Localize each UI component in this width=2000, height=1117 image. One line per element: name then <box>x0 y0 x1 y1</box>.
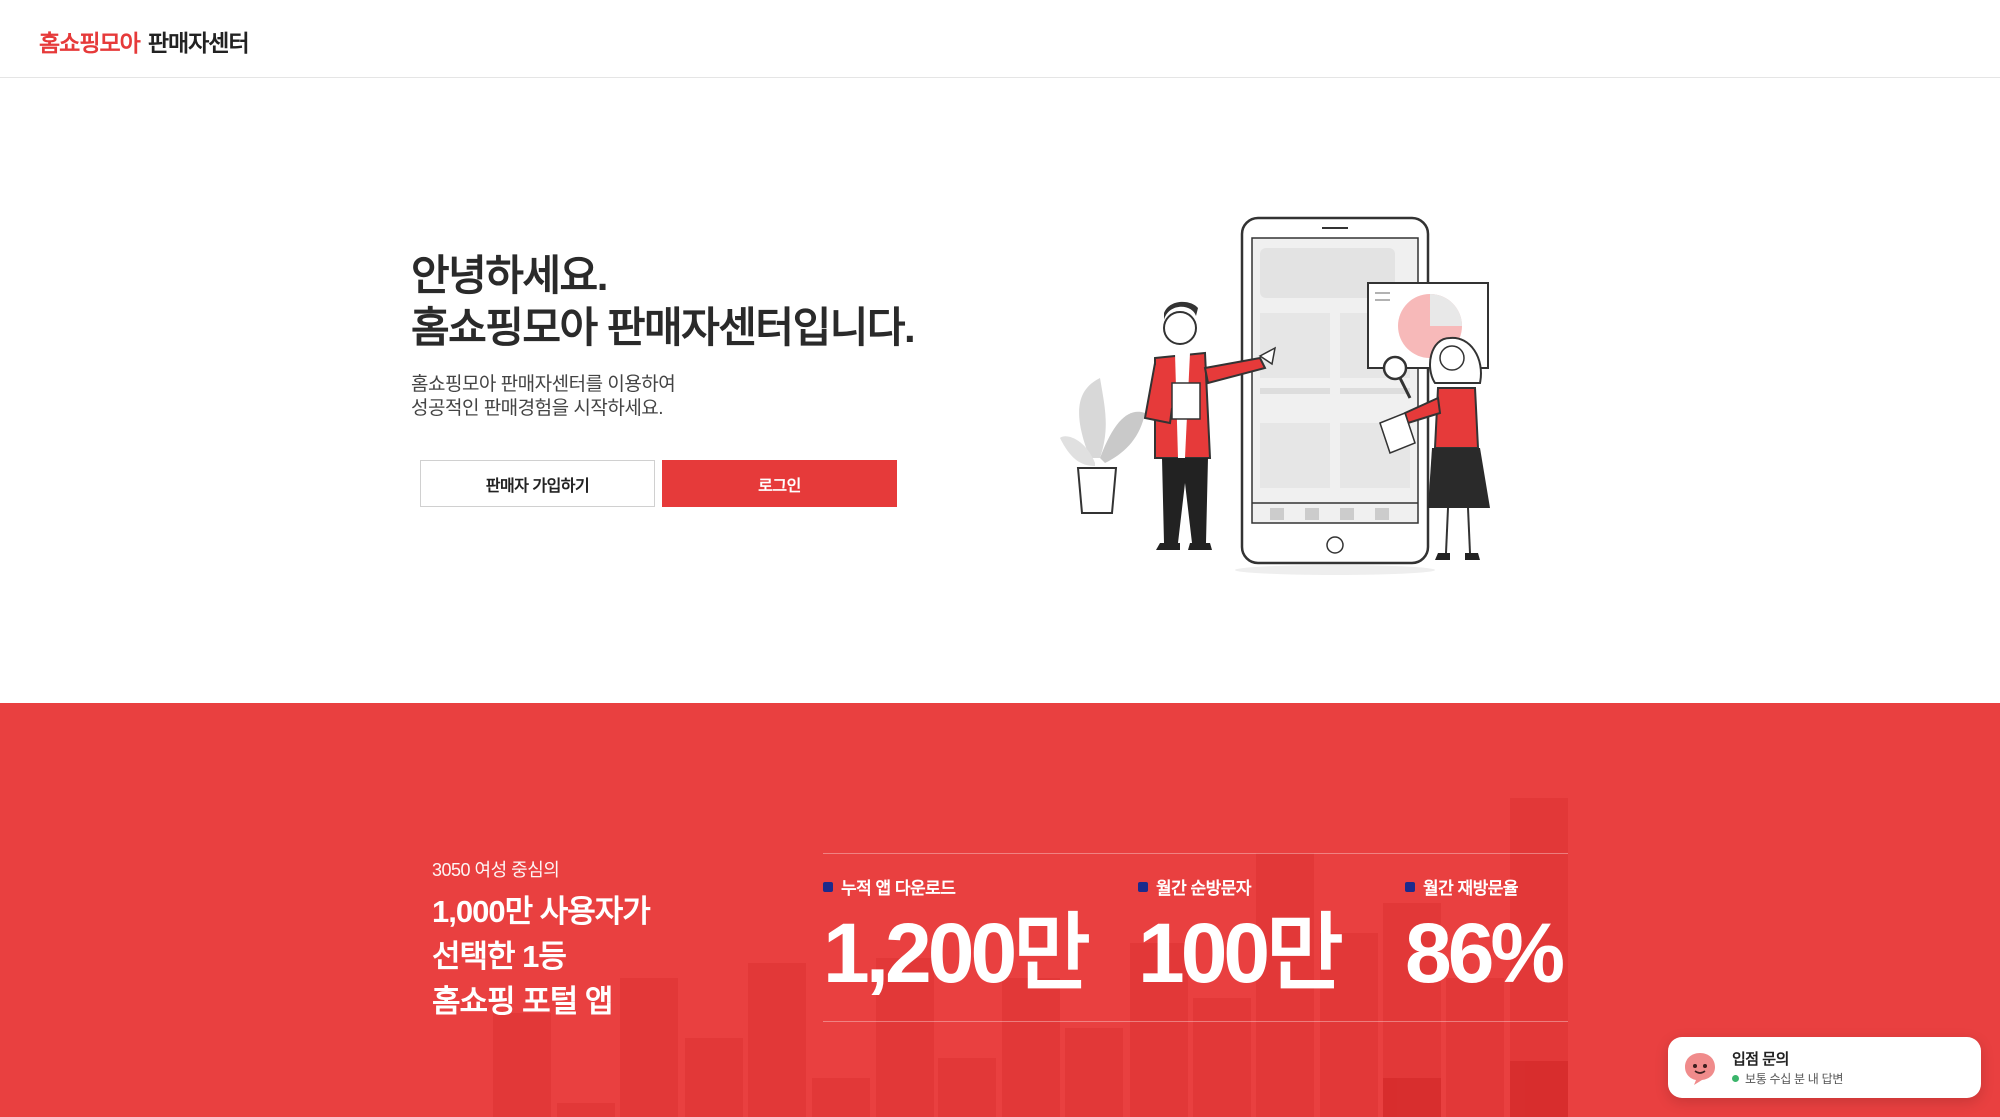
top-header: 홈쇼핑모아 판매자센터 <box>0 0 2000 78</box>
stat-downloads: 누적 앱 다운로드 1,200만 <box>823 874 1090 1001</box>
chat-title: 입점 문의 <box>1732 1051 1789 1068</box>
stat-downloads-value: 1,200만 <box>823 906 1090 1000</box>
square-bullet-icon <box>1138 881 1148 892</box>
hero-desc-line2: 성공적인 판매경험을 시작하세요. <box>411 398 664 419</box>
stats-headline: 1,000만 사용자가 선택한 1등 홈쇼핑 포털 앱 <box>432 889 651 1024</box>
stat-visitors-label: 월간 순방문자 <box>1156 879 1252 898</box>
stat-revisit-rate: 월간 재방문율 86% <box>1405 874 1565 1001</box>
phone-illustration <box>1235 216 1435 575</box>
hero-illustration <box>1060 216 1490 575</box>
stats-kicker: 3050 여성 중심의 <box>432 860 560 880</box>
online-status-icon <box>1732 1075 1739 1082</box>
stat-visitors-value: 100만 <box>1138 906 1343 1000</box>
square-bullet-icon <box>823 881 833 892</box>
hero-title-line1: 안녕하세요. <box>411 252 608 299</box>
stat-revisit-value: 86% <box>1405 906 1565 1000</box>
stat-monthly-visitors: 월간 순방문자 100만 <box>1138 874 1343 1001</box>
logo-subtitle: 판매자센터 <box>147 30 250 56</box>
logo-brand: 홈쇼핑모아 <box>39 30 141 56</box>
hero-desc-line1: 홈쇼핑모아 판매자센터를 이용하여 <box>411 374 676 395</box>
stats-divider-top <box>823 853 1568 854</box>
stat-visitors-label-row: 월간 순방문자 <box>1138 874 1339 899</box>
stats-headline-line1: 1,000만 사용자가 <box>432 894 651 929</box>
chat-status: 보통 수십 분 내 답변 <box>1732 1070 1843 1087</box>
hero-section: 안녕하세요. 홈쇼핑모아 판매자센터입니다. 홈쇼핑모아 판매자센터를 이용하여… <box>0 78 2000 703</box>
seller-signup-button[interactable]: 판매자 가입하기 <box>420 460 655 507</box>
stats-divider-bottom <box>823 1021 1568 1022</box>
inquiry-chat-button[interactable]: 입점 문의 보통 수십 분 내 답변 <box>1668 1037 1981 1098</box>
stats-headline-line3: 홈쇼핑 포털 앱 <box>432 984 613 1019</box>
hero-title-line2: 홈쇼핑모아 판매자센터입니다. <box>411 304 916 351</box>
stat-revisit-label: 월간 재방문율 <box>1423 879 1519 898</box>
chat-status-text: 보통 수십 분 내 답변 <box>1745 1072 1844 1086</box>
stat-downloads-label: 누적 앱 다운로드 <box>841 879 956 898</box>
square-bullet-icon <box>1405 881 1415 892</box>
hero-title: 안녕하세요. 홈쇼핑모아 판매자센터입니다. <box>411 250 916 354</box>
stat-downloads-label-row: 누적 앱 다운로드 <box>823 874 1087 899</box>
stats-headline-line2: 선택한 1등 <box>432 939 567 974</box>
stat-revisit-label-row: 월간 재방문율 <box>1405 874 1561 899</box>
chat-bubble-face-icon <box>1685 1053 1715 1085</box>
hero-description: 홈쇼핑모아 판매자센터를 이용하여 성공적인 판매경험을 시작하세요. <box>411 373 676 421</box>
login-button[interactable]: 로그인 <box>662 460 897 507</box>
plant-illustration <box>1060 378 1145 514</box>
logo[interactable]: 홈쇼핑모아 판매자센터 <box>39 24 250 58</box>
